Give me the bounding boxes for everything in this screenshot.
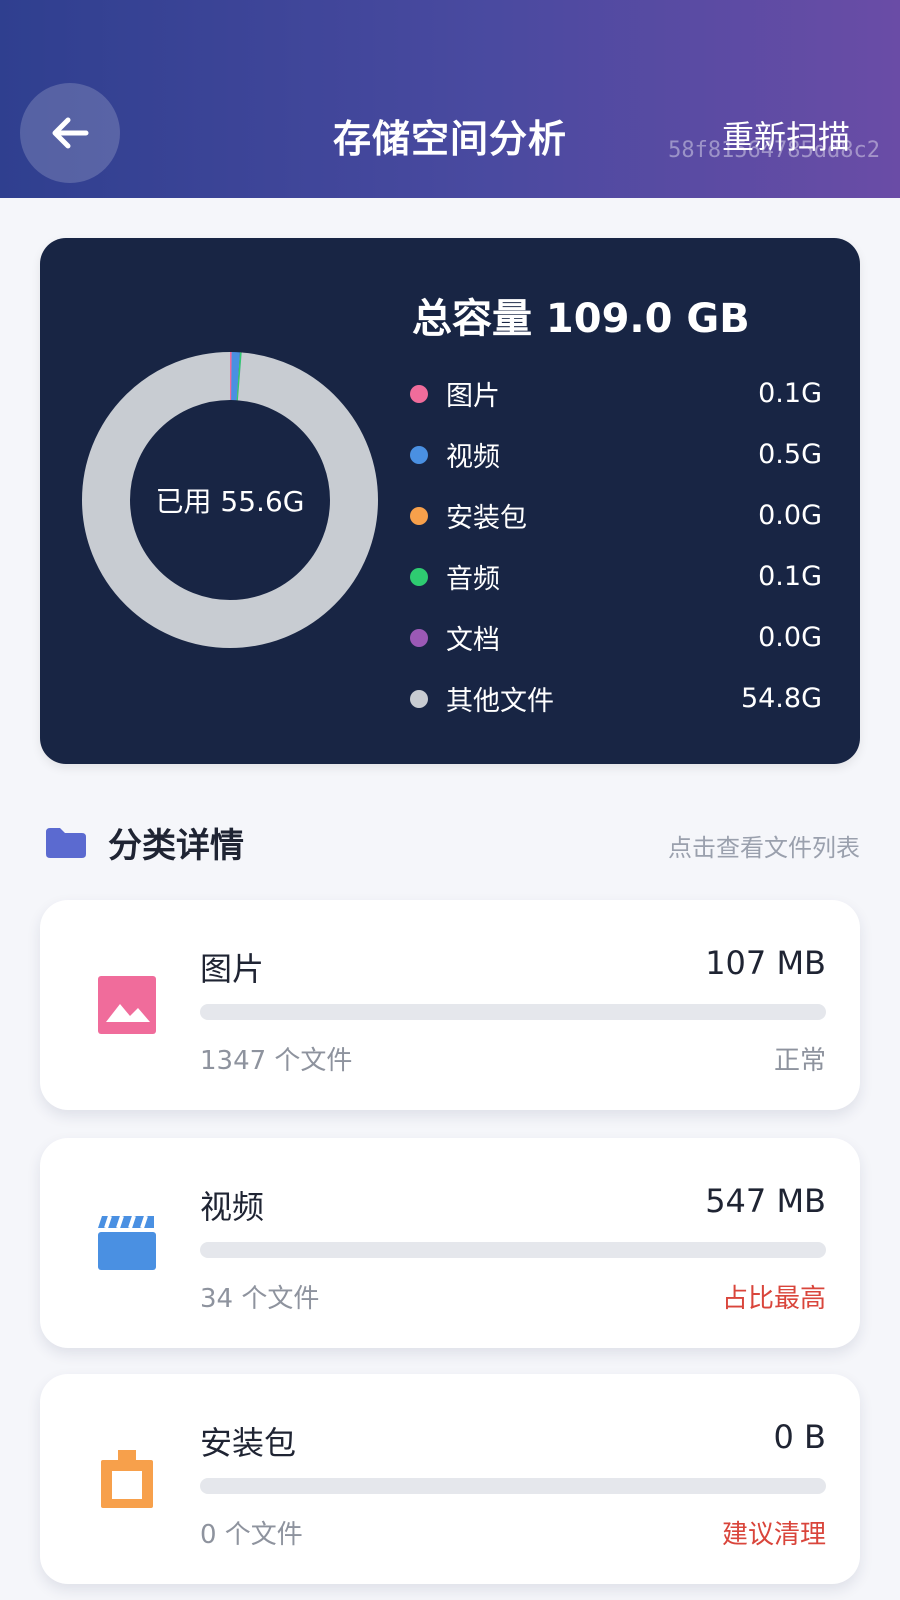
legend-value: 0.1G xyxy=(758,378,822,409)
category-name: 视频 xyxy=(200,1188,265,1226)
category-file-count: 34 个文件 xyxy=(200,1284,320,1314)
legend-label: 图片 xyxy=(446,381,500,412)
legend-label: 安装包 xyxy=(446,503,527,534)
category-status: 建议清理 xyxy=(721,1520,826,1550)
category-status: 占比最高 xyxy=(721,1284,826,1314)
category-file-count: 0 个文件 xyxy=(200,1520,303,1550)
category-file-count: 1347 个文件 xyxy=(200,1046,353,1076)
section-title: 分类详情 xyxy=(108,826,244,866)
legend-dot xyxy=(410,384,428,403)
category-size: 107 MB xyxy=(705,944,826,982)
package-icon xyxy=(101,1450,153,1508)
legend-value: 0.5G xyxy=(758,439,822,470)
legend-dot xyxy=(410,506,428,525)
legend-dot xyxy=(410,628,428,647)
legend-item: 安装包 0.0G xyxy=(410,485,822,546)
legend-item: 视频 0.5G xyxy=(410,424,822,485)
legend-item: 其他文件 54.8G xyxy=(410,668,822,729)
legend-dot xyxy=(410,445,428,464)
legend-label: 视频 xyxy=(446,442,500,473)
legend-label: 其他文件 xyxy=(446,686,554,717)
category-card-images[interactable]: 图片 107 MB 1347 个文件 正常 xyxy=(40,900,860,1110)
legend-label: 文档 xyxy=(446,625,500,656)
legend-value: 0.1G xyxy=(758,561,822,592)
legend-dot xyxy=(410,689,428,708)
app-header: 存储空间分析 58f81564785dd8c2 重新扫描 xyxy=(0,0,900,198)
category-usage-bar xyxy=(200,1478,826,1494)
video-clapper-icon xyxy=(98,1215,156,1270)
category-card-packages[interactable]: 安装包 0 B 0 个文件 建议清理 xyxy=(40,1374,860,1584)
total-capacity-label: 总容量 109.0 GB xyxy=(412,296,750,342)
category-size: 547 MB xyxy=(705,1182,826,1220)
legend-label: 音频 xyxy=(446,564,500,595)
legend-value: 54.8G xyxy=(740,683,822,714)
storage-legend: 图片 0.1G 视频 0.5G 安装包 0.0G 音频 0.1G 文档 0.0G 其他文件 54.8G xyxy=(410,363,822,729)
legend-item: 图片 0.1G xyxy=(410,363,822,424)
category-name: 安装包 xyxy=(200,1424,297,1462)
used-space-label: 已用 55.6G xyxy=(155,485,305,518)
section-header: 分类详情 xyxy=(44,818,244,867)
category-usage-bar xyxy=(200,1004,826,1020)
legend-item: 音频 0.1G xyxy=(410,546,822,607)
legend-dot xyxy=(410,567,428,586)
storage-summary-card: 已用 55.6G 总容量 109.0 GB 图片 0.1G 视频 0.5G 安装包 0.0… xyxy=(40,238,860,764)
folder-icon xyxy=(46,827,86,858)
category-name: 图片 xyxy=(200,950,265,988)
category-usage-bar xyxy=(200,1242,826,1258)
section-hint: 点击查看文件列表 xyxy=(668,834,860,862)
image-icon xyxy=(98,976,156,1034)
legend-value: 0.0G xyxy=(758,622,822,653)
legend-item: 文档 0.0G xyxy=(410,607,822,668)
category-card-videos[interactable]: 视频 547 MB 34 个文件 占比最高 xyxy=(40,1138,860,1348)
rescan-button[interactable]: 重新扫描 xyxy=(722,112,850,158)
legend-value: 0.0G xyxy=(758,500,822,531)
category-status: 正常 xyxy=(773,1046,826,1076)
category-size: 0 B xyxy=(773,1418,826,1456)
